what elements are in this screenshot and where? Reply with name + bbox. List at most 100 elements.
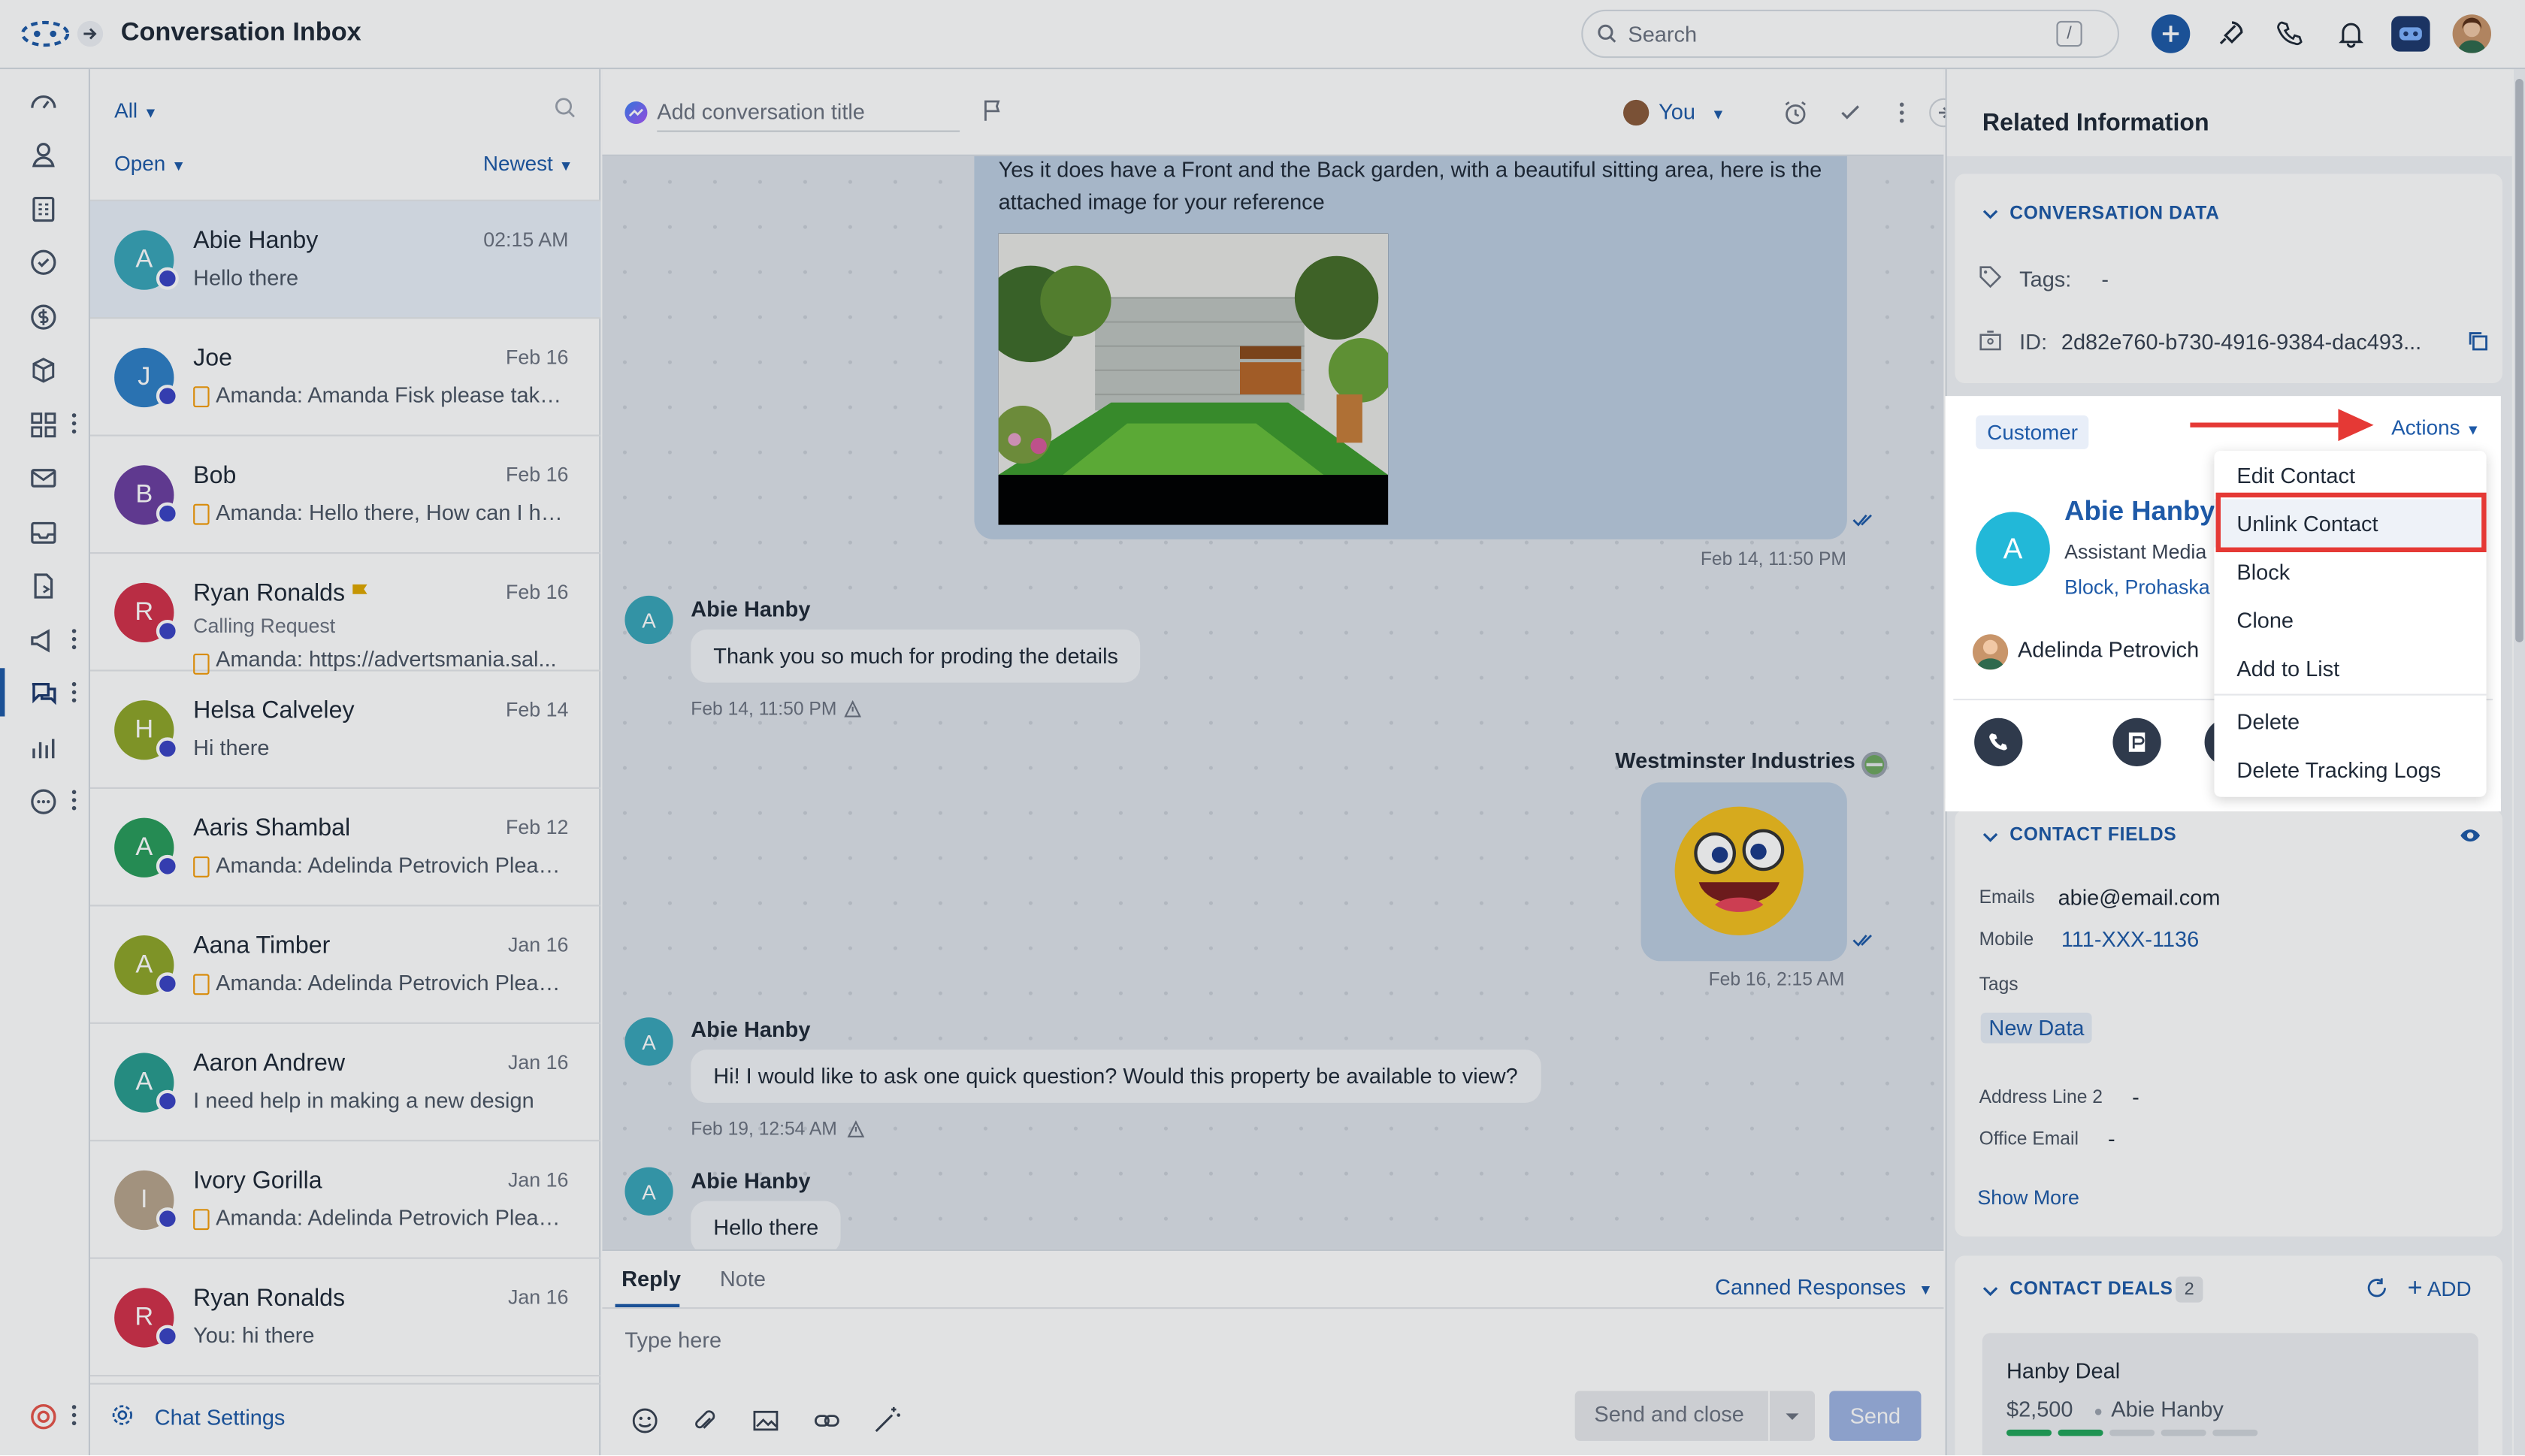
conversation-item[interactable]: H Helsa Calveley Feb 14 Hi there [90,672,601,789]
refresh-icon[interactable] [2366,1276,2388,1299]
conversation-item[interactable]: J Joe Feb 16 Amanda: Amanda Fisk please tak… [90,319,601,436]
add-deal-label: ADD [2427,1276,2472,1301]
conversation-item[interactable]: A Abie Hanby 02:15 AM Hello there [90,201,601,319]
chevron-down-icon[interactable] [1982,829,1998,845]
filter-scope-dropdown[interactable]: All ▼ [114,98,158,122]
emoji-icon[interactable] [631,1407,658,1434]
menu-item-delete[interactable]: Delete [2214,697,2486,745]
apps-more-icon[interactable] [69,412,79,435]
more-menu-dots-icon[interactable] [69,789,79,811]
conversation-item[interactable]: A Aaris Shambal Feb 12 Amanda: Adelinda Pet… [90,789,601,907]
copy-icon[interactable] [2467,330,2488,351]
conversation-item[interactable]: R Ryan Ronalds Jan 16 You: hi there [90,1259,601,1377]
attachment-icon[interactable] [691,1407,718,1434]
ai-magic-wand-icon[interactable] [872,1406,902,1435]
canned-responses-dropdown[interactable]: Canned Responses ▼ [1715,1275,1933,1299]
resolve-check-icon[interactable] [1837,100,1863,125]
conversation-item[interactable]: B Bob Feb 16 Amanda: Hello there, How can I… [90,436,601,554]
reply-composer: Reply Note Canned Responses ▼ Type here … [602,1249,1944,1456]
image-icon[interactable] [752,1407,779,1434]
plus-icon[interactable] [2151,14,2191,53]
customer-tab[interactable]: Customer [1976,415,2090,449]
tasks-icon[interactable] [27,246,59,279]
list-search-icon[interactable] [554,97,576,119]
inbox-icon[interactable] [27,517,59,549]
conversation-item[interactable]: I Ivory Gorilla Jan 16 Amanda: Adelinda Pet… [90,1141,601,1259]
expand-sidebar-icon[interactable] [77,20,104,47]
owner-dropdown[interactable]: Adelinda Petrovich [2018,638,2199,662]
contacts-icon[interactable] [27,138,59,171]
dashboard-icon[interactable] [27,86,59,118]
menu-item-edit-contact[interactable]: Edit Contact [2214,451,2486,499]
conversations-icon[interactable] [27,678,59,710]
send-and-close-button[interactable]: Send and close [1574,1391,1815,1441]
chevron-down-icon[interactable] [1982,1283,1998,1299]
garden-image-attachment[interactable] [998,233,1389,525]
conversations-more-icon[interactable] [69,681,79,703]
more-options-icon[interactable] [1897,100,1907,125]
conversation-item[interactable]: A Aaron Andrew Jan 16 I need help in making… [90,1024,601,1142]
menu-item-delete-tracking-logs[interactable]: Delete Tracking Logs [2214,745,2486,793]
chat-settings-link[interactable]: Chat Settings [155,1406,286,1430]
chevron-down-icon[interactable] [1784,1410,1800,1423]
mail-icon[interactable] [27,462,59,494]
help-more-icon[interactable] [69,1404,79,1427]
assignee-dropdown[interactable]: You ▼ [1659,100,1725,124]
menu-item-clone[interactable]: Clone [2214,596,2486,644]
user-avatar[interactable] [2452,14,2491,53]
search-box[interactable]: Search / [1581,9,2119,59]
tab-reply[interactable]: Reply [621,1267,681,1291]
top-bar: Conversation Inbox Search / [0,0,2525,70]
visibility-eye-icon[interactable] [2459,826,2481,844]
products-icon[interactable] [27,354,59,386]
email-value[interactable]: abie@email.com [2058,886,2221,910]
contact-company[interactable]: Block, Prohaska [2064,576,2210,599]
deal-card[interactable]: Hanby Deal $2,500 Abie Hanby [1982,1333,2478,1456]
actions-dropdown[interactable]: Actions ▼ [2391,415,2480,440]
more-menu-icon[interactable] [27,786,59,818]
settings-gear-icon[interactable] [111,1404,134,1427]
campaigns-more-icon[interactable] [69,628,79,651]
flag-icon[interactable] [982,100,1005,122]
send-button[interactable]: Send [1829,1391,1922,1441]
chevron-down-icon[interactable] [1982,206,1998,222]
show-more-link[interactable]: Show More [1977,1186,2079,1209]
sort-dropdown[interactable]: Newest ▼ [483,151,573,175]
apps-icon[interactable] [27,409,59,441]
menu-item-block[interactable]: Block [2214,548,2486,596]
link-icon[interactable] [813,1407,840,1434]
panel-scrollbar[interactable] [2514,69,2525,1456]
sms-icon [193,1209,210,1231]
sms-icon [193,974,210,995]
bell-icon[interactable] [2336,20,2366,49]
mobile-value[interactable]: 111-XXX-1136 [2061,927,2199,951]
menu-item-add-to-list[interactable]: Add to List [2214,644,2486,692]
app-logo-icon[interactable] [20,18,71,50]
phone-icon[interactable] [2276,20,2305,49]
tab-note[interactable]: Note [720,1267,766,1291]
tag-chip[interactable]: New Data [1980,1012,2093,1044]
scrollbar-thumb[interactable] [2515,79,2523,642]
assistant-bot-icon[interactable] [2391,16,2430,52]
snooze-alarm-icon[interactable] [1783,100,1808,125]
sender-name: Westminster Industries [1615,748,1855,773]
documents-icon[interactable] [27,570,59,603]
sms-button[interactable] [2112,717,2161,766]
conversation-item[interactable]: R Ryan Ronalds Feb 16 Calling Request Amanda… [90,554,601,675]
campaigns-icon[interactable] [27,624,59,657]
incoming-message-bubble: Hi! I would like to ask one quick questi… [691,1050,1541,1103]
field-label: Address Line 2 [1979,1088,2103,1108]
filter-status-dropdown[interactable]: Open ▼ [114,151,186,175]
call-button[interactable] [1974,717,2023,766]
conversation-item[interactable]: A Aana Timber Jan 16 Amanda: Adelinda Petro… [90,906,601,1024]
help-lifebuoy-icon[interactable] [27,1400,59,1433]
contact-name[interactable]: Abie Hanby [2064,496,2215,528]
deals-icon[interactable] [27,301,59,334]
tags-label: Tags: [2019,267,2072,292]
companies-icon[interactable] [27,193,59,225]
reports-icon[interactable] [27,733,59,765]
conversation-title-input[interactable]: Add conversation title [657,100,960,132]
rocket-icon[interactable] [2216,20,2245,49]
message-input[interactable]: Type here [624,1328,721,1352]
add-deal-button[interactable]: + ADD [2408,1276,2472,1301]
